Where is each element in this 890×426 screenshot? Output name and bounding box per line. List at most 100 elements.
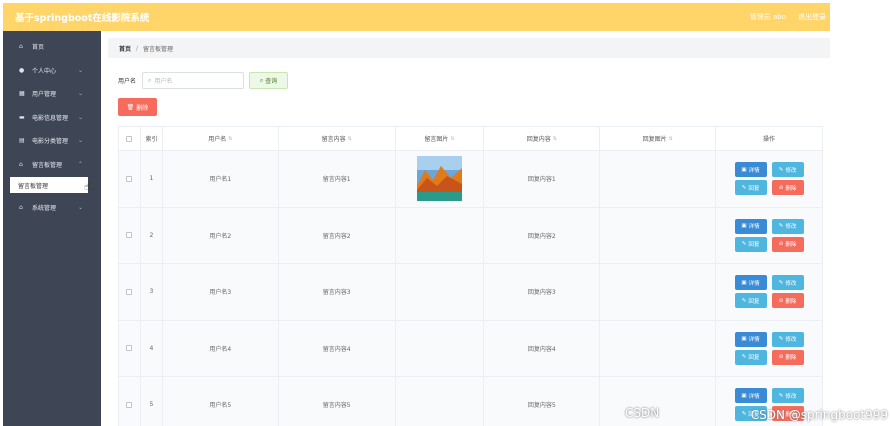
row-username: 用户名1 — [163, 151, 279, 207]
delete-button[interactable]: ⊘ 删除 — [771, 349, 804, 365]
sort-icon[interactable]: ⇅ — [228, 136, 232, 142]
row-index: 1 — [141, 151, 163, 207]
sidebar-item-categories[interactable]: ▤ 电影分类管理 ⌄ — [3, 129, 101, 153]
table-header-row: 索引 用户名 ⇅ 留言内容 ⇅ 留言图片 ⇅ 回复内容 ⇅ 回复图片 ⇅ 操作 — [119, 127, 823, 151]
search-icon: ⌕ — [259, 76, 264, 84]
sort-icon[interactable]: ⇅ — [348, 136, 352, 142]
row-checkbox[interactable] — [126, 288, 133, 295]
reply-button[interactable]: ✎ 回复 — [734, 180, 767, 196]
sort-icon[interactable]: ⇅ — [669, 136, 673, 142]
row-checkbox-cell — [119, 207, 141, 263]
reply-button[interactable]: ✎ 回复 — [734, 293, 767, 309]
row-checkbox[interactable] — [126, 175, 133, 182]
row-reply: 回复内容1 — [484, 151, 601, 207]
sidebar-item-label: 首页 — [32, 44, 45, 52]
edit-icon: ✎ — [778, 336, 784, 343]
message-image[interactable] — [416, 156, 462, 202]
header-reply[interactable]: 回复内容 ⇅ — [484, 127, 601, 150]
table-row: 1 用户名1 留言内容1 回复内容1 ▣ 详情 ✎ 修改 ✎ 回复 ⊘ 删除 — [119, 151, 824, 208]
sidebar: ⌂ 首页 ● 个人中心 ⌄ ▦ 用户管理 ⌄ ▬ 电影信息管理 ⌄ ▤ 电影分类… — [3, 31, 101, 426]
row-actions: ▣ 详情 ✎ 修改 ✎ 回复 ⊘ 删除 — [716, 320, 824, 376]
bank-icon: ⌂ — [19, 204, 23, 212]
reply-label: 回复 — [748, 298, 760, 305]
detail-button[interactable]: ▣ 详情 — [734, 388, 767, 404]
bank-icon: ⌂ — [19, 160, 23, 168]
query-button[interactable]: ⌕ 查询 — [249, 72, 289, 89]
sidebar-item-label: 系统管理 — [32, 205, 57, 213]
sidebar-item-movies[interactable]: ▬ 电影信息管理 ⌄ — [3, 106, 101, 130]
logout-link[interactable]: 退出登录 — [798, 12, 826, 22]
row-reply-image-cell — [600, 264, 717, 320]
edit-label: 修改 — [785, 280, 797, 287]
sidebar-item-profile[interactable]: ● 个人中心 ⌄ — [3, 59, 101, 83]
reply-button[interactable]: ✎ 回复 — [734, 236, 767, 252]
row-image-cell — [396, 264, 485, 320]
sidebar-subitem-message-board[interactable]: 留言板管理 ☝ — [10, 177, 90, 193]
message-table: 索引 用户名 ⇅ 留言内容 ⇅ 留言图片 ⇅ 回复内容 ⇅ 回复图片 ⇅ 操作 1 用户名… — [118, 126, 824, 426]
sidebar-item-system[interactable]: ⌂ 系统管理 ⌄ — [3, 196, 101, 220]
hand-cursor-icon: ☝ — [83, 182, 90, 193]
reply-icon: ✎ — [741, 184, 747, 191]
header-image[interactable]: 留言图片 ⇅ — [396, 127, 485, 150]
edit-button[interactable]: ✎ 修改 — [771, 218, 804, 234]
detail-label: 详情 — [748, 224, 760, 231]
chevron-down-icon: ⌄ — [77, 90, 83, 98]
edit-button[interactable]: ✎ 修改 — [771, 388, 804, 404]
sidebar-item-label: 电影信息管理 — [32, 114, 69, 122]
sidebar-item-users[interactable]: ▦ 用户管理 ⌄ — [3, 82, 101, 106]
header-label: 用户名 — [208, 136, 227, 143]
header-username[interactable]: 用户名 ⇅ — [163, 127, 279, 150]
reply-button[interactable]: ✎ 回复 — [734, 349, 767, 365]
reply-label: 回复 — [748, 185, 760, 192]
edit-label: 修改 — [785, 337, 797, 344]
row-reply: 回复内容4 — [484, 320, 601, 376]
row-username: 用户名5 — [163, 377, 279, 426]
search-bar: 用户名 ⌕ 用户名 ⌕ 查询 — [118, 72, 289, 89]
row-username: 用户名4 — [163, 320, 279, 376]
row-image-cell — [396, 320, 485, 376]
sort-icon[interactable]: ⇅ — [553, 136, 557, 142]
detail-label: 详情 — [748, 167, 760, 174]
reply-icon: ✎ — [741, 241, 747, 248]
chevron-down-icon: ⌄ — [77, 137, 83, 145]
row-checkbox-cell — [119, 320, 141, 376]
delete-button[interactable]: ⊘ 删除 — [771, 180, 804, 196]
header-label: 回复图片 — [642, 136, 667, 143]
chevron-down-icon: ⌄ — [77, 66, 83, 74]
delete-label: 删除 — [785, 298, 797, 305]
detail-button[interactable]: ▣ 详情 — [734, 275, 767, 291]
trash-icon: 🗑 — [126, 103, 135, 111]
edit-button[interactable]: ✎ 修改 — [771, 275, 804, 291]
row-checkbox-cell — [119, 264, 141, 320]
edit-button[interactable]: ✎ 修改 — [771, 162, 804, 178]
reply-label: 回复 — [748, 355, 760, 362]
detail-label: 详情 — [748, 280, 760, 287]
row-index: 2 — [141, 207, 163, 263]
document-icon: ▣ — [741, 166, 747, 173]
edit-button[interactable]: ✎ 修改 — [771, 331, 804, 347]
delete-button[interactable]: ⊘ 删除 — [771, 236, 804, 252]
row-checkbox[interactable] — [126, 401, 133, 408]
sidebar-item-messages[interactable]: ⌂ 留言板管理 ⌃ — [3, 153, 101, 177]
row-actions: ▣ 详情 ✎ 修改 ✎ 回复 ⊘ 删除 — [716, 207, 824, 263]
delete-button[interactable]: ⊘ 删除 — [771, 293, 804, 309]
sidebar-item-home[interactable]: ⌂ 首页 — [3, 35, 101, 59]
header-content[interactable]: 留言内容 ⇅ — [279, 127, 396, 150]
detail-button[interactable]: ▣ 详情 — [734, 218, 767, 234]
breadcrumb-home[interactable]: 首页 — [119, 44, 131, 53]
username-search-input[interactable]: ⌕ 用户名 — [142, 72, 245, 89]
reply-icon: ✎ — [741, 297, 747, 304]
breadcrumb: 首页 / 留言板管理 — [108, 38, 830, 58]
row-checkbox[interactable] — [126, 232, 133, 239]
header-index[interactable]: 索引 — [141, 127, 163, 150]
select-all-checkbox[interactable] — [126, 135, 133, 142]
detail-button[interactable]: ▣ 详情 — [734, 162, 767, 178]
sort-icon[interactable]: ⇅ — [450, 136, 454, 142]
detail-button[interactable]: ▣ 详情 — [734, 331, 767, 347]
table-row: 5 用户名5 留言内容5 回复内容5 ▣ 详情 ✎ 修改 ✎ 回复 ⊘ 删除 — [119, 377, 824, 426]
batch-delete-button[interactable]: 🗑 删除 — [118, 98, 157, 116]
row-reply-image-cell — [600, 151, 717, 207]
header-reply-image[interactable]: 回复图片 ⇅ — [600, 127, 717, 150]
sidebar-item-label: 个人中心 — [32, 67, 57, 75]
row-checkbox[interactable] — [126, 345, 133, 352]
